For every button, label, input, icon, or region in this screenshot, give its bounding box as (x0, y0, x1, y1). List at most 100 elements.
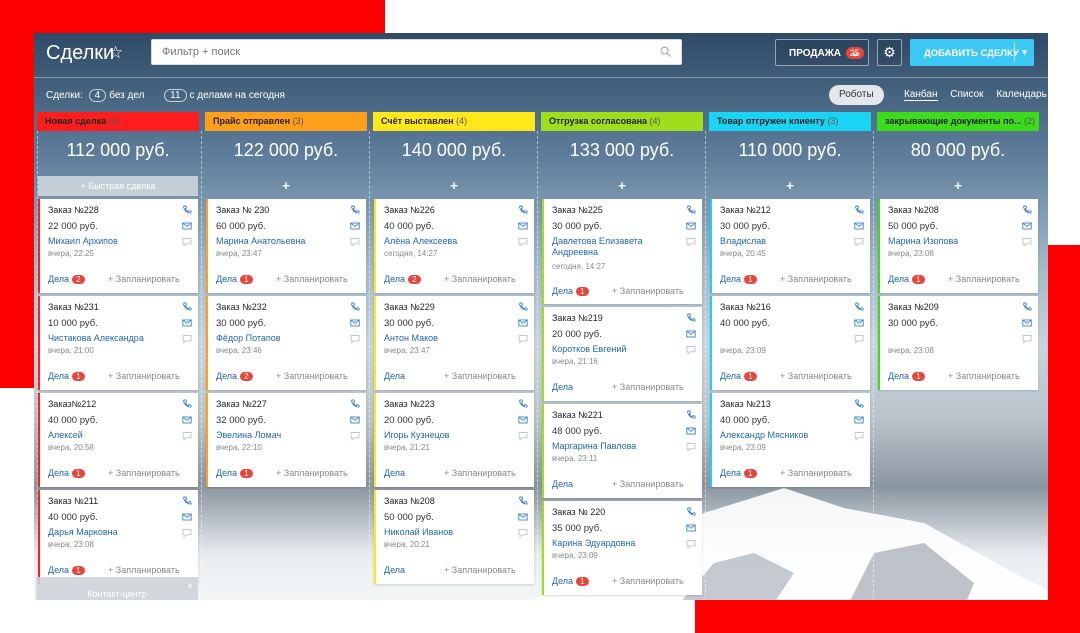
deal-title[interactable]: Заказ№212 (48, 399, 96, 409)
deal-tasks-link[interactable]: Дела 1 (552, 286, 589, 296)
deal-tasks-link[interactable]: Дела 1 (48, 468, 85, 478)
deal-title[interactable]: Заказ №208 (384, 496, 435, 506)
deal-contact-link[interactable]: Александр Мясников (720, 430, 840, 441)
column-header[interactable]: Счёт выставлен (4) (373, 112, 535, 131)
deal-card[interactable]: Заказ №209 30 000 руб. вчера, 23:08 Дела 1 + … (878, 296, 1038, 390)
deal-title[interactable]: Заказ №229 (384, 302, 435, 312)
deal-contact-link[interactable]: Николай Иванов (384, 527, 504, 538)
chat-icon[interactable] (1022, 237, 1032, 247)
deal-card[interactable]: Заказ №228 22 000 руб. Михаил Архипов вчера… (38, 199, 198, 293)
email-icon[interactable] (518, 221, 528, 231)
email-icon[interactable] (854, 221, 864, 231)
plan-task-link[interactable]: + Запланировать (276, 371, 348, 381)
phone-icon[interactable] (686, 313, 696, 323)
deal-card[interactable]: Заказ №208 50 000 руб. Николай Иванов вчера… (374, 490, 534, 584)
deal-contact-link[interactable]: Чистакова Александра (48, 333, 168, 344)
deal-title[interactable]: Заказ №213 (720, 399, 771, 409)
deal-title[interactable]: Заказ №221 (552, 410, 603, 420)
email-icon[interactable] (854, 415, 864, 425)
deal-tasks-link[interactable]: Дела 1 (216, 468, 253, 478)
plan-task-link[interactable]: + Запланировать (276, 468, 348, 478)
deal-contact-link[interactable]: Эвелина Ломач (216, 430, 336, 441)
deal-tasks-link[interactable]: Дела 1 (888, 274, 925, 284)
phone-icon[interactable] (182, 302, 192, 312)
phone-icon[interactable] (1022, 205, 1032, 215)
deal-tasks-link[interactable]: Дела 1 (720, 468, 757, 478)
email-icon[interactable] (854, 318, 864, 328)
plan-task-link[interactable]: + Запланировать (444, 274, 516, 284)
phone-icon[interactable] (518, 399, 528, 409)
deal-contact-link[interactable]: Дарья Марковна (48, 527, 168, 538)
chat-icon[interactable] (350, 334, 360, 344)
column-header[interactable]: Отгрузка согласована (4) (541, 112, 703, 131)
plan-task-link[interactable]: + Запланировать (444, 468, 516, 478)
column-header[interactable]: Новая сделка (4) (37, 112, 199, 131)
deal-card[interactable]: Заказ№212 40 000 руб. Алексей вчера, 20:58 Д… (38, 393, 198, 487)
column-header[interactable]: Товар отгружен клиенту (3) (709, 112, 871, 131)
phone-icon[interactable] (518, 496, 528, 506)
plan-task-link[interactable]: + Запланировать (108, 371, 180, 381)
chat-icon[interactable] (518, 528, 528, 538)
deal-card[interactable]: Заказ №223 20 000 руб. Игорь Кузнецов вчера… (374, 393, 534, 487)
deal-title[interactable]: Заказ №208 (888, 205, 939, 215)
deal-title[interactable]: Заказ № 230 (216, 205, 269, 215)
email-icon[interactable] (518, 512, 528, 522)
search-input[interactable] (152, 40, 632, 64)
chat-icon[interactable] (182, 528, 192, 538)
deal-card[interactable]: Заказ №227 32 000 руб. Эвелина Ломач вчера,… (206, 393, 366, 487)
chat-icon[interactable] (854, 334, 864, 344)
chat-icon[interactable] (518, 431, 528, 441)
settings-gear-button[interactable]: ⚙ (877, 39, 902, 66)
add-card-plus-button[interactable]: + (542, 176, 702, 196)
plan-task-link[interactable]: + Запланировать (780, 371, 852, 381)
deal-card[interactable]: Заказ №231 10 000 руб. Чистакова Александр… (38, 296, 198, 390)
plan-task-link[interactable]: + Запланировать (108, 565, 180, 575)
deal-card[interactable]: Заказ №221 48 000 руб. Маргарина Павлова вч… (542, 404, 702, 498)
deal-contact-link[interactable]: Михаил Архипов (48, 236, 168, 247)
plan-task-link[interactable]: + Запланировать (780, 468, 852, 478)
deal-contact-link[interactable]: Коротков Евгений (552, 344, 672, 355)
deal-tasks-link[interactable]: Дела 1 (48, 565, 85, 575)
phone-icon[interactable] (182, 205, 192, 215)
deal-tasks-link[interactable]: Дела 2 (216, 371, 253, 381)
plan-task-link[interactable]: + Запланировать (612, 576, 684, 586)
chat-icon[interactable] (686, 345, 696, 355)
chat-icon[interactable] (518, 237, 528, 247)
chat-icon[interactable] (686, 237, 696, 247)
deal-card[interactable]: Заказ №219 20 000 руб. Коротков Евгений вче… (542, 307, 702, 401)
email-icon[interactable] (686, 426, 696, 436)
chat-icon[interactable] (854, 237, 864, 247)
email-icon[interactable] (182, 221, 192, 231)
deal-contact-link[interactable]: Владислав (720, 236, 840, 247)
search-icon[interactable] (660, 46, 671, 57)
email-icon[interactable] (1022, 221, 1032, 231)
deal-title[interactable]: Заказ №209 (888, 302, 939, 312)
deal-card[interactable]: Заказ №208 50 000 руб. Марина Изопова вчера… (878, 199, 1038, 293)
phone-icon[interactable] (854, 302, 864, 312)
phone-icon[interactable] (350, 399, 360, 409)
robots-button[interactable]: Роботы (829, 85, 884, 105)
deal-card[interactable]: Заказ №212 30 000 руб. Владислав вчера, 20:… (710, 199, 870, 293)
today-tasks-count-badge[interactable]: 11 (164, 89, 187, 102)
plan-task-link[interactable]: + Запланировать (612, 286, 684, 296)
deal-title[interactable]: Заказ №223 (384, 399, 435, 409)
add-card-plus-button[interactable]: + (374, 176, 534, 196)
deal-title[interactable]: Заказ №227 (216, 399, 267, 409)
deal-card[interactable]: Заказ №216 40 000 руб. вчера, 23:09 Дела 1 + … (710, 296, 870, 390)
plan-task-link[interactable]: + Запланировать (444, 565, 516, 575)
phone-icon[interactable] (518, 302, 528, 312)
deal-title[interactable]: Заказ № 220 (552, 507, 605, 517)
phone-icon[interactable] (1022, 302, 1032, 312)
chat-icon[interactable] (686, 442, 696, 452)
deal-contact-link[interactable]: Алексей (48, 430, 168, 441)
no-tasks-label[interactable]: без дел (109, 90, 144, 101)
chat-icon[interactable] (350, 431, 360, 441)
deal-card[interactable]: Заказ № 220 35 000 руб. Карина Эдуардовна в… (542, 501, 702, 595)
deal-contact-link[interactable]: Давлетова Елизавета Андреевна (552, 236, 672, 258)
deal-tasks-link[interactable]: Дела 1 (552, 576, 589, 586)
deal-tasks-link[interactable]: Дела (552, 479, 573, 489)
plan-task-link[interactable]: + Запланировать (444, 371, 516, 381)
chat-icon[interactable] (182, 431, 192, 441)
deal-tasks-link[interactable]: Дела 2 (384, 274, 421, 284)
chat-icon[interactable] (182, 237, 192, 247)
